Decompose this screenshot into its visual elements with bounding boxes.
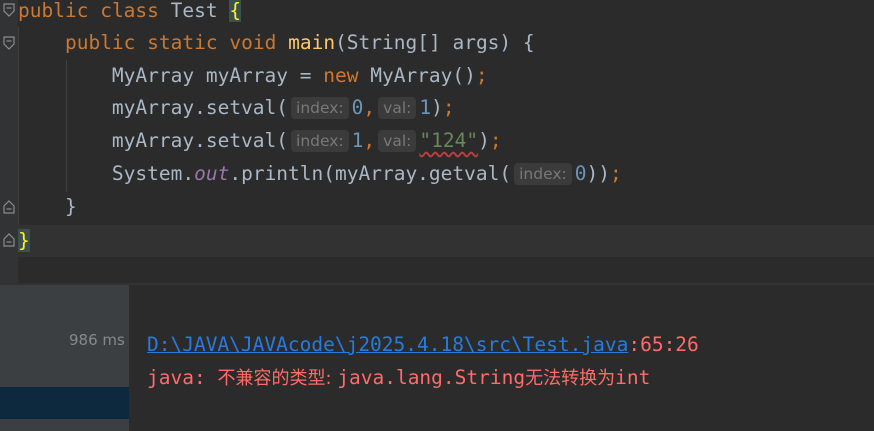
static-field: out: [194, 162, 230, 185]
parameter-hint: index:: [514, 163, 572, 185]
string-literal-error: "124": [419, 129, 479, 152]
error-message-line: java: 不兼容的类型: java.lang.String无法转换为int: [147, 362, 650, 394]
method-call: myArray.setval(: [111, 96, 289, 119]
error-text: 无法转换为: [525, 368, 616, 389]
fold-end-icon[interactable]: [2, 233, 16, 247]
paren: )): [586, 162, 610, 185]
comma: ,: [363, 129, 376, 152]
file-path-link[interactable]: D:\JAVA\JAVAcode\j2025.4.18\src\Test.jav…: [147, 333, 628, 356]
keyword-class: class: [100, 0, 159, 22]
parameter-hint: index:: [291, 97, 349, 119]
class-name: Test: [170, 0, 218, 22]
number-literal: 1: [351, 129, 364, 152]
method-call: myArray.setval(: [111, 129, 289, 152]
keyword-public: public: [18, 0, 89, 22]
error-type: java.lang.String: [337, 366, 526, 389]
build-output-panel: 986 ms D:\JAVA\JAVAcode\j2025.4.18\src\T…: [0, 285, 874, 431]
fold-collapse-icon[interactable]: [2, 3, 16, 17]
matched-brace: }: [18, 229, 30, 252]
keyword-void: void: [229, 31, 277, 54]
parameter-hint: index:: [291, 130, 349, 152]
parameter-hint: val:: [378, 97, 417, 119]
method-params: (String[] args) {: [335, 31, 535, 54]
number-literal: 0: [351, 96, 364, 119]
code-line-7[interactable]: }: [18, 191, 77, 223]
error-target-type: int: [615, 366, 651, 389]
build-tree[interactable]: 986 ms: [0, 285, 129, 431]
error-prefix: java:: [147, 366, 218, 389]
semicolon: ;: [489, 129, 502, 152]
code-line-1[interactable]: public class Test {: [18, 0, 242, 27]
method-call: .println(myArray.getval(: [229, 162, 512, 185]
fold-collapse-icon[interactable]: [2, 36, 16, 50]
semicolon: ;: [442, 96, 455, 119]
line-column: :65:26: [628, 333, 699, 356]
current-line-highlight: [18, 225, 874, 257]
error-location-line: D:\JAVA\JAVAcode\j2025.4.18\src\Test.jav…: [147, 329, 699, 361]
keyword-static: static: [147, 31, 218, 54]
parameter-hint: val:: [378, 130, 417, 152]
matched-brace: {: [229, 0, 242, 22]
semicolon: ;: [609, 162, 622, 185]
closing-brace: }: [64, 195, 77, 218]
number-literal: 1: [419, 96, 432, 119]
build-duration: 986 ms: [69, 331, 125, 349]
keyword-new: new: [323, 64, 359, 87]
system-class: System.: [111, 162, 195, 185]
code-editor[interactable]: public class Test { public static void m…: [0, 0, 874, 283]
method-name: main: [288, 31, 336, 54]
code-line-3[interactable]: MyArray myArray = new MyArray();: [18, 60, 488, 92]
fold-end-icon[interactable]: [2, 200, 16, 214]
code-line-6[interactable]: System.out.println(myArray.getval(index:…: [18, 158, 622, 190]
code-line-8[interactable]: }: [18, 225, 30, 257]
paren: ): [431, 96, 443, 119]
code-line-4[interactable]: myArray.setval(index: 0, val: 1);: [18, 92, 455, 124]
console-output[interactable]: D:\JAVA\JAVAcode\j2025.4.18\src\Test.jav…: [129, 285, 874, 431]
constructor-call: MyArray(): [358, 64, 476, 87]
paren: ): [478, 129, 490, 152]
number-literal: 0: [574, 162, 587, 185]
error-text: 不兼容的类型:: [217, 368, 338, 389]
declaration: MyArray myArray =: [111, 64, 324, 87]
keyword-public: public: [64, 31, 136, 54]
code-line-5[interactable]: myArray.setval(index: 1, val: "124");: [18, 125, 502, 157]
code-line-2[interactable]: public static void main(String[] args) {: [18, 27, 535, 59]
selected-tree-row[interactable]: [0, 387, 129, 419]
semicolon: ;: [475, 64, 488, 87]
comma: ,: [363, 96, 376, 119]
